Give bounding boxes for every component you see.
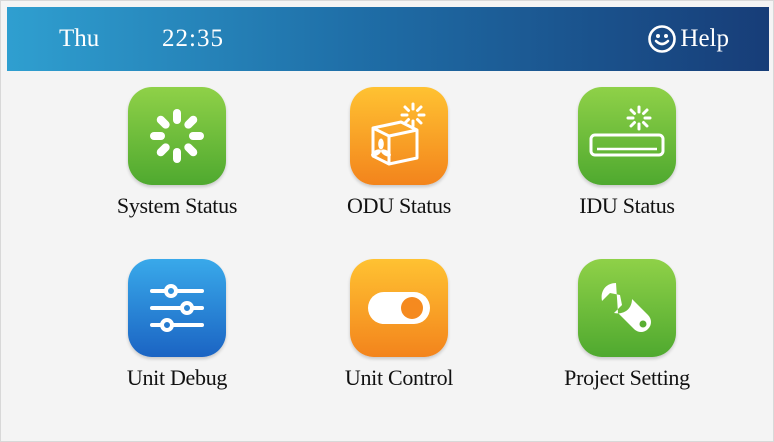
odu-status-tile[interactable]: ODU Status xyxy=(299,87,499,219)
main-menu-grid: System Status ODU Status IDU Status Unit… xyxy=(7,71,769,436)
clock-time: 22:35 xyxy=(162,25,224,52)
unit-control-label: Unit Control xyxy=(344,365,454,390)
unit-debug-label: Unit Debug xyxy=(126,365,228,390)
top-bar: Thu 22:35 Help xyxy=(7,7,769,71)
outdoor-unit-fan-icon xyxy=(350,87,448,185)
indoor-unit-ac-icon xyxy=(578,87,676,185)
idu-status-tile[interactable]: IDU Status xyxy=(527,87,727,219)
project-setting-tile[interactable]: Project Setting xyxy=(527,259,727,391)
system-status-label: System Status xyxy=(116,193,238,218)
system-status-tile[interactable]: System Status xyxy=(77,87,277,219)
day-label: Thu xyxy=(59,25,100,52)
sliders-icon xyxy=(128,259,226,357)
help-label: Help xyxy=(680,25,729,52)
screen: Thu 22:35 Help System Status ODU Status … xyxy=(0,0,774,442)
smiley-face-icon xyxy=(648,25,677,53)
unit-debug-tile[interactable]: Unit Debug xyxy=(77,259,277,391)
loading-spinner-icon xyxy=(128,87,226,185)
idu-status-label: IDU Status xyxy=(579,193,675,218)
project-setting-label: Project Setting xyxy=(564,365,690,390)
toggle-switch-icon xyxy=(350,259,448,357)
unit-control-tile[interactable]: Unit Control xyxy=(299,259,499,391)
odu-status-label: ODU Status xyxy=(347,193,451,218)
wrench-icon xyxy=(578,259,676,357)
help-button[interactable]: Help xyxy=(647,23,729,55)
